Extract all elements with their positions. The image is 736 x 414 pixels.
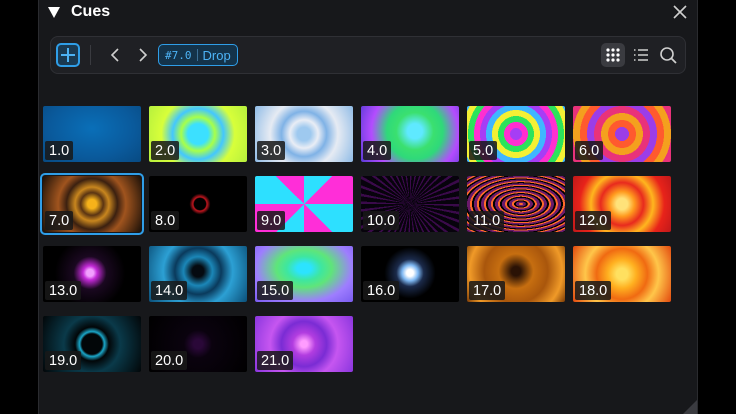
panel-titlebar: Cues <box>39 0 697 26</box>
list-view-icon <box>634 49 648 61</box>
cue-tile[interactable]: 1.0 <box>43 106 141 162</box>
triangle-down-icon[interactable] <box>48 7 60 18</box>
chevron-right-icon[interactable] <box>134 46 150 64</box>
panel-title: Cues <box>71 3 111 20</box>
cues-panel: Cues #7.0 Drop 1.0 2.0 3.0 4.0 5.0 6.0 7… <box>38 0 698 414</box>
cue-label: 7.0 <box>45 211 74 230</box>
cue-tile[interactable]: 16.0 <box>361 246 459 302</box>
cue-tile[interactable]: 9.0 <box>255 176 353 232</box>
cue-label: 15.0 <box>257 281 294 300</box>
resize-handle[interactable] <box>683 400 697 414</box>
grid-view-button[interactable] <box>601 43 625 67</box>
cue-label: 14.0 <box>151 281 188 300</box>
cue-label: 18.0 <box>575 281 612 300</box>
cue-label: 20.0 <box>151 351 188 370</box>
toolbar-divider <box>90 45 91 65</box>
search-button[interactable] <box>656 43 680 67</box>
cue-tile[interactable]: 14.0 <box>149 246 247 302</box>
list-view-button[interactable] <box>629 43 653 67</box>
cue-tile[interactable]: 15.0 <box>255 246 353 302</box>
cue-tile[interactable]: 21.0 <box>255 316 353 372</box>
grid-view-icon <box>606 48 620 62</box>
cue-tile[interactable]: 10.0 <box>361 176 459 232</box>
cue-tile[interactable]: 13.0 <box>43 246 141 302</box>
cue-label: 4.0 <box>363 141 392 160</box>
cue-tile[interactable]: 19.0 <box>43 316 141 372</box>
cue-tile[interactable]: 6.0 <box>573 106 671 162</box>
cue-tile[interactable]: 12.0 <box>573 176 671 232</box>
close-icon[interactable] <box>672 4 688 20</box>
cue-label: 21.0 <box>257 351 294 370</box>
cue-label: 8.0 <box>151 211 180 230</box>
cue-tile[interactable]: 18.0 <box>573 246 671 302</box>
cue-toolbar: #7.0 Drop <box>50 36 686 74</box>
plus-icon <box>61 48 75 62</box>
cue-tile[interactable]: 20.0 <box>149 316 247 372</box>
cue-label: 10.0 <box>363 211 400 230</box>
current-cue-name: Drop <box>202 47 231 63</box>
add-cue-button[interactable] <box>56 43 80 67</box>
cue-tile[interactable]: 4.0 <box>361 106 459 162</box>
cue-tile[interactable]: 17.0 <box>467 246 565 302</box>
cue-label: 5.0 <box>469 141 498 160</box>
cue-label: 9.0 <box>257 211 286 230</box>
cue-tile[interactable]: 3.0 <box>255 106 353 162</box>
cue-tile[interactable]: 5.0 <box>467 106 565 162</box>
cue-label: 19.0 <box>45 351 82 370</box>
cue-tile[interactable]: 11.0 <box>467 176 565 232</box>
cue-tile[interactable]: 7.0 <box>40 173 144 235</box>
cue-indicator-divider <box>196 49 198 61</box>
cue-label: 11.0 <box>469 211 505 230</box>
cue-label: 17.0 <box>469 281 506 300</box>
cue-label: 13.0 <box>45 281 82 300</box>
cue-label: 3.0 <box>257 141 286 160</box>
cue-label: 2.0 <box>151 141 180 160</box>
cue-label: 6.0 <box>575 141 604 160</box>
cue-tile[interactable]: 8.0 <box>149 176 247 232</box>
current-cue-indicator[interactable]: #7.0 Drop <box>158 44 238 66</box>
chevron-left-icon[interactable] <box>108 46 124 64</box>
search-icon <box>660 47 677 64</box>
cue-label: 12.0 <box>575 211 612 230</box>
cue-label: 1.0 <box>45 141 74 160</box>
cue-label: 16.0 <box>363 281 400 300</box>
current-cue-number: #7.0 <box>165 48 192 62</box>
cue-tile[interactable]: 2.0 <box>149 106 247 162</box>
